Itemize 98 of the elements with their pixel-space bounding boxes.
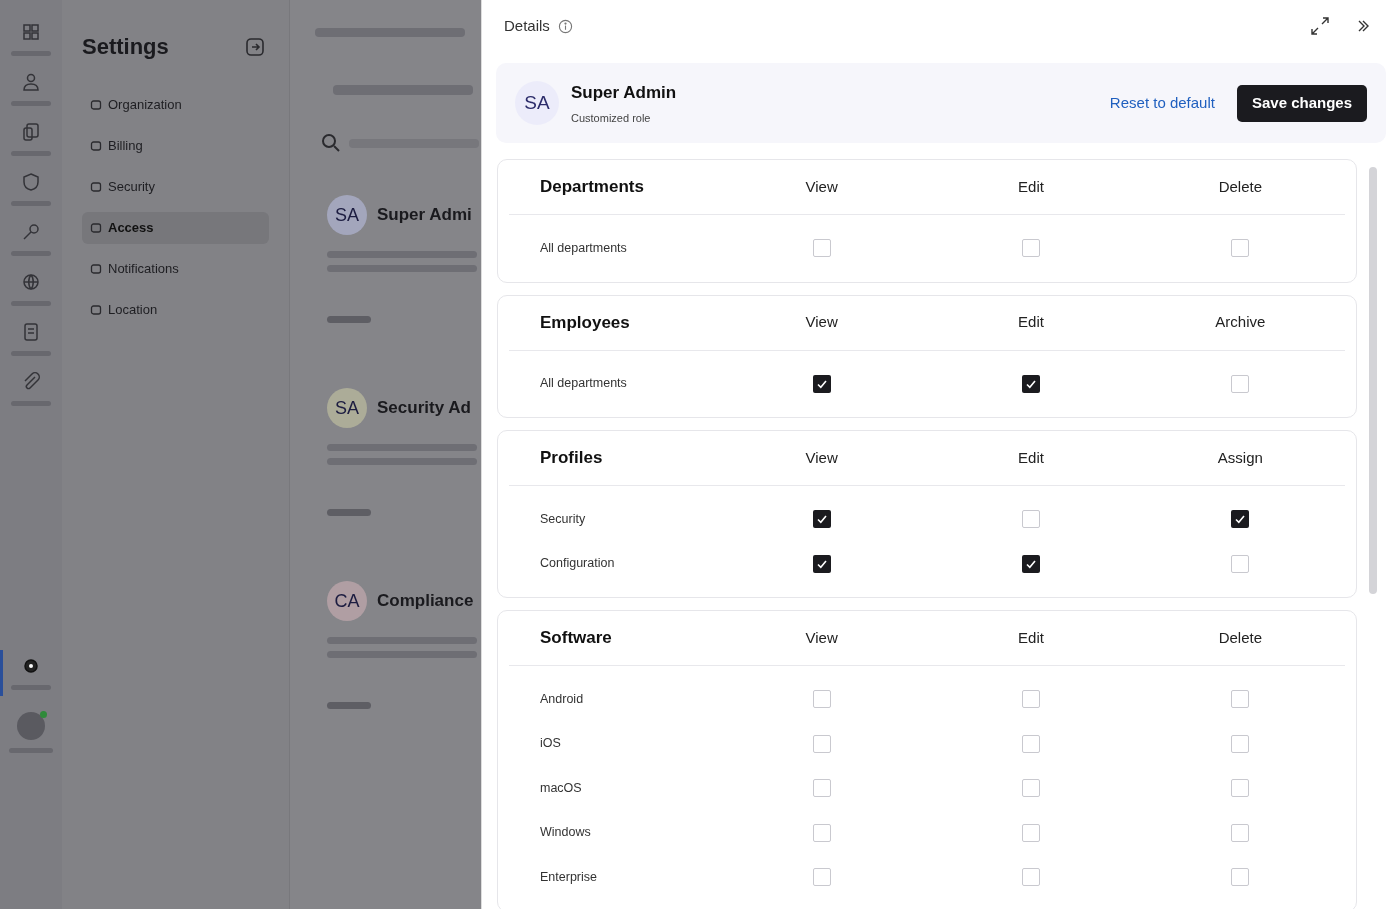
checkbox[interactable]: [812, 823, 831, 842]
checkbox[interactable]: [1022, 374, 1040, 393]
sidebar-item[interactable]: Security: [82, 171, 269, 203]
column-header: Delete: [1217, 176, 1263, 197]
checkbox[interactable]: [1231, 779, 1250, 798]
shield-icon[interactable]: [21, 172, 41, 192]
sidebar-item[interactable]: Billing: [82, 130, 269, 162]
nav-icon: [90, 222, 102, 234]
checkbox[interactable]: [1022, 823, 1040, 842]
key-icon[interactable]: [21, 222, 41, 242]
row-label: Security: [539, 510, 587, 528]
column-header: View: [804, 447, 839, 468]
row-label: macOS: [539, 779, 583, 797]
column-header: Assign: [1216, 447, 1264, 468]
role-avatar: SA: [327, 195, 367, 235]
role-subtitle: Customized role: [571, 111, 652, 126]
double-chevron-icon[interactable]: [1356, 19, 1370, 33]
role-name: Compliance: [377, 590, 474, 613]
user-avatar[interactable]: [17, 712, 45, 740]
section-title: Software: [539, 627, 613, 650]
people-count-placeholder: [327, 316, 371, 323]
checkbox[interactable]: [1022, 239, 1040, 258]
section-title: Employees: [539, 311, 631, 334]
sidebar-title: Settings: [82, 33, 169, 61]
row-label: All departments: [539, 239, 628, 257]
expand-icon[interactable]: [1310, 16, 1330, 36]
checkbox[interactable]: [812, 734, 831, 753]
nav-icon: [90, 181, 102, 193]
column-header: Edit: [1017, 312, 1045, 333]
reset-link[interactable]: Reset to default: [1109, 91, 1215, 115]
person-icon[interactable]: [21, 72, 41, 92]
checkbox[interactable]: [812, 554, 831, 573]
row-label: All departments: [539, 375, 628, 393]
checkbox[interactable]: [812, 779, 831, 798]
checkbox[interactable]: [1022, 510, 1040, 529]
check-icon: [815, 513, 828, 526]
checkbox[interactable]: [812, 690, 831, 709]
row-label: Configuration: [539, 555, 616, 573]
nav-icon: [90, 304, 102, 316]
checkbox[interactable]: [1022, 868, 1040, 887]
nav-icon: [90, 99, 102, 111]
document-icon[interactable]: [21, 322, 41, 342]
search-icon: [321, 133, 341, 153]
sidebar-item[interactable]: Access: [82, 212, 269, 244]
checkbox[interactable]: [812, 868, 831, 887]
info-icon[interactable]: [557, 18, 573, 34]
checkbox[interactable]: [812, 374, 831, 393]
sidebar-item[interactable]: Location: [82, 294, 269, 326]
checkbox[interactable]: [1231, 510, 1250, 529]
sidebar-item[interactable]: Notifications: [82, 253, 269, 285]
checkbox[interactable]: [1231, 868, 1250, 887]
checkbox[interactable]: [1231, 239, 1250, 258]
role-name: Super Admi: [377, 204, 472, 227]
section-title: Profiles: [539, 447, 604, 470]
section-title: Departments: [539, 176, 645, 199]
column-header: Archive: [1214, 312, 1267, 333]
checkbox[interactable]: [1022, 554, 1040, 573]
column-header: Edit: [1017, 627, 1045, 648]
column-header: View: [804, 176, 839, 197]
role-name: Super Admin: [571, 81, 677, 104]
role-avatar: SA: [515, 81, 559, 125]
row-label: Android: [539, 690, 585, 708]
row-label: Windows: [539, 824, 592, 842]
checkbox[interactable]: [1022, 779, 1040, 798]
settings-icon[interactable]: [21, 656, 41, 676]
checkbox[interactable]: [1231, 823, 1250, 842]
nav-icon: [90, 140, 102, 152]
role-name: Security Ad: [377, 397, 471, 420]
scrollbar-thumb[interactable]: [1369, 167, 1377, 594]
checkbox[interactable]: [1231, 734, 1250, 753]
row-label: iOS: [539, 735, 562, 753]
row-label: Enterprise: [539, 868, 598, 886]
save-button[interactable]: Save changes: [1236, 84, 1367, 122]
globe-icon[interactable]: [21, 272, 41, 292]
column-header: Edit: [1017, 447, 1045, 468]
checkbox[interactable]: [1231, 554, 1250, 573]
role-avatar: SA: [327, 388, 367, 428]
checkbox[interactable]: [1231, 690, 1250, 709]
checkbox[interactable]: [812, 510, 831, 529]
column-header: View: [804, 627, 839, 648]
check-icon: [1234, 513, 1247, 526]
column-header: View: [804, 312, 839, 333]
devices-icon[interactable]: [21, 122, 41, 142]
checkbox[interactable]: [1022, 690, 1040, 709]
panel-title: Details: [504, 15, 550, 36]
column-header: Edit: [1017, 176, 1045, 197]
grid-icon[interactable]: [21, 22, 41, 42]
sidebar-item[interactable]: Organization: [82, 89, 269, 121]
checkbox[interactable]: [1022, 734, 1040, 753]
role-avatar: CA: [327, 581, 367, 621]
people-count-placeholder: [327, 509, 371, 516]
nav-icon: [90, 263, 102, 275]
column-header: Delete: [1217, 627, 1263, 648]
checkbox[interactable]: [1231, 374, 1250, 393]
people-count-placeholder: [327, 702, 371, 709]
selected-indicator: [0, 650, 3, 696]
collapse-icon[interactable]: [245, 36, 265, 57]
checkbox[interactable]: [812, 239, 831, 258]
